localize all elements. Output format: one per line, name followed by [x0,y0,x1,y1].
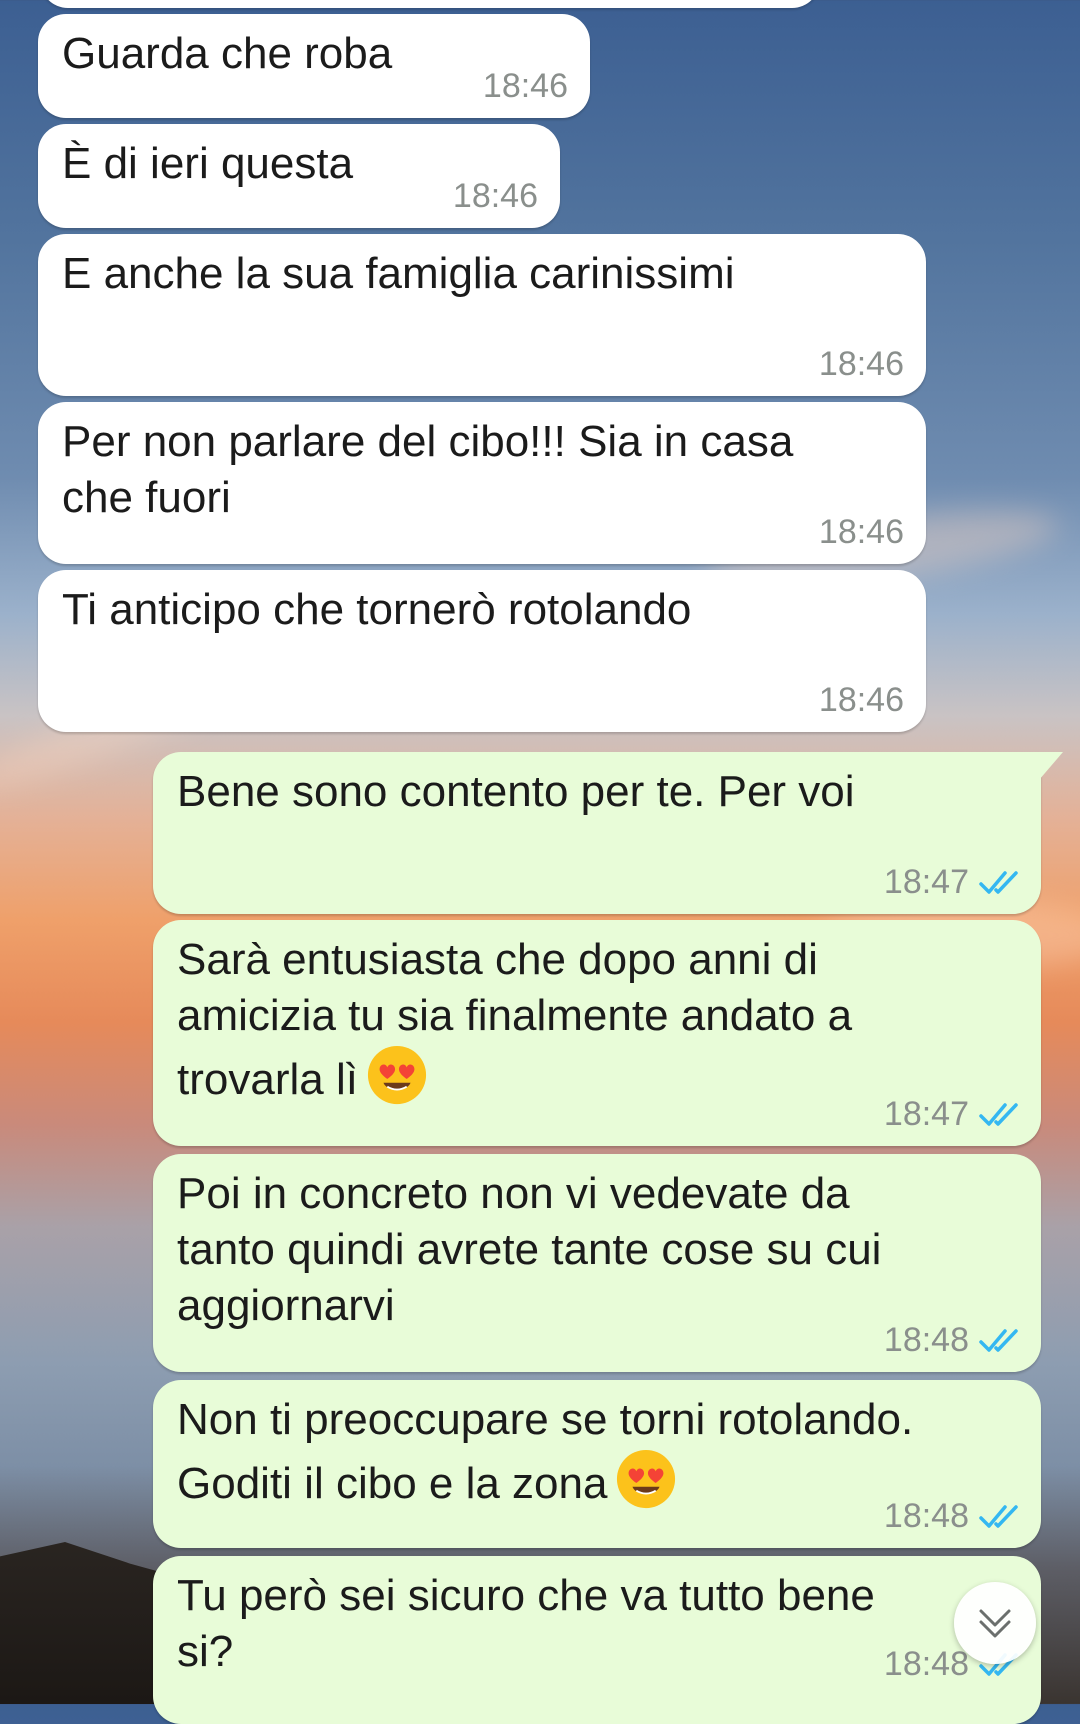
message-meta: 18:47 [884,1095,1019,1134]
message-meta: 18:46 [819,681,904,720]
chevron-double-down-icon [979,1609,1011,1638]
heart-eyes-emoji [617,1449,676,1509]
received-message[interactable]: Guarda che roba 18:46 [38,14,590,118]
message-text: Non ti preoccupare se torni rotolando. G… [177,1392,1017,1512]
message-text: Per non parlare del cibo!!! Sia in casa … [62,417,794,522]
sent-message[interactable]: Bene sono contento per te. Per voi 18:47 [153,752,1063,914]
message-time: 18:46 [818,513,904,551]
message-time: 18:48 [883,1497,969,1535]
sent-message[interactable]: Tu però sei sicuro che va tutto bene si?… [153,1556,1041,1724]
received-message[interactable]: Ti anticipo che tornerò rotolando 18:46 [38,570,926,732]
message-text: Ti anticipo che tornerò rotolando [62,585,692,634]
message-text-content: Non ti preoccupare se torni rotolando. G… [177,1395,914,1508]
double-check-icon [979,1504,1018,1528]
heart-eyes-emoji [367,1045,427,1105]
double-check-icon [979,870,1018,894]
message-meta: 18:48 [884,1321,1019,1360]
message-time: 18:47 [883,1095,969,1133]
bubble-tail [1039,752,1063,780]
received-message[interactable]: E anche la sua famiglia carinissimi 18:4… [38,234,926,396]
received-message[interactable]: Per non parlare del cibo!!! Sia in casa … [38,402,926,564]
message-time: 18:47 [883,863,969,901]
double-check-icon [979,1102,1018,1126]
message-text: Poi in concreto non vi vedevate da tanto… [177,1169,882,1330]
previous-message-bubble[interactable] [40,0,820,8]
message-meta: 18:46 [819,345,904,384]
sent-message[interactable]: Non ti preoccupare se torni rotolando. G… [153,1380,1041,1548]
message-text: E anche la sua famiglia carinissimi [62,249,735,298]
message-meta: 18:46 [819,513,904,552]
sent-message[interactable]: Poi in concreto non vi vedevate da tanto… [153,1154,1041,1372]
message-time: 18:46 [818,345,904,383]
message-meta: 18:47 [884,863,1019,902]
scroll-to-bottom-button[interactable] [954,1582,1036,1664]
message-text: Sarà entusiasta che dopo anni di amicizi… [177,932,1017,1108]
message-meta: 18:46 [483,67,568,106]
message-text: Bene sono contento per te. Per voi [177,767,855,816]
message-time: 18:46 [482,67,568,105]
received-message[interactable]: È di ieri questa 18:46 [38,124,560,228]
message-meta: 18:48 [884,1497,1019,1536]
message-text-content: Sarà entusiasta che dopo anni di amicizi… [177,935,853,1104]
message-time: 18:46 [452,177,538,215]
message-meta: 18:46 [453,177,538,216]
message-time: 18:46 [818,681,904,719]
sent-message[interactable]: Sarà entusiasta che dopo anni di amicizi… [153,920,1041,1146]
message-time: 18:48 [883,1645,969,1683]
message-time: 18:48 [883,1321,969,1359]
double-check-icon [979,1328,1018,1352]
